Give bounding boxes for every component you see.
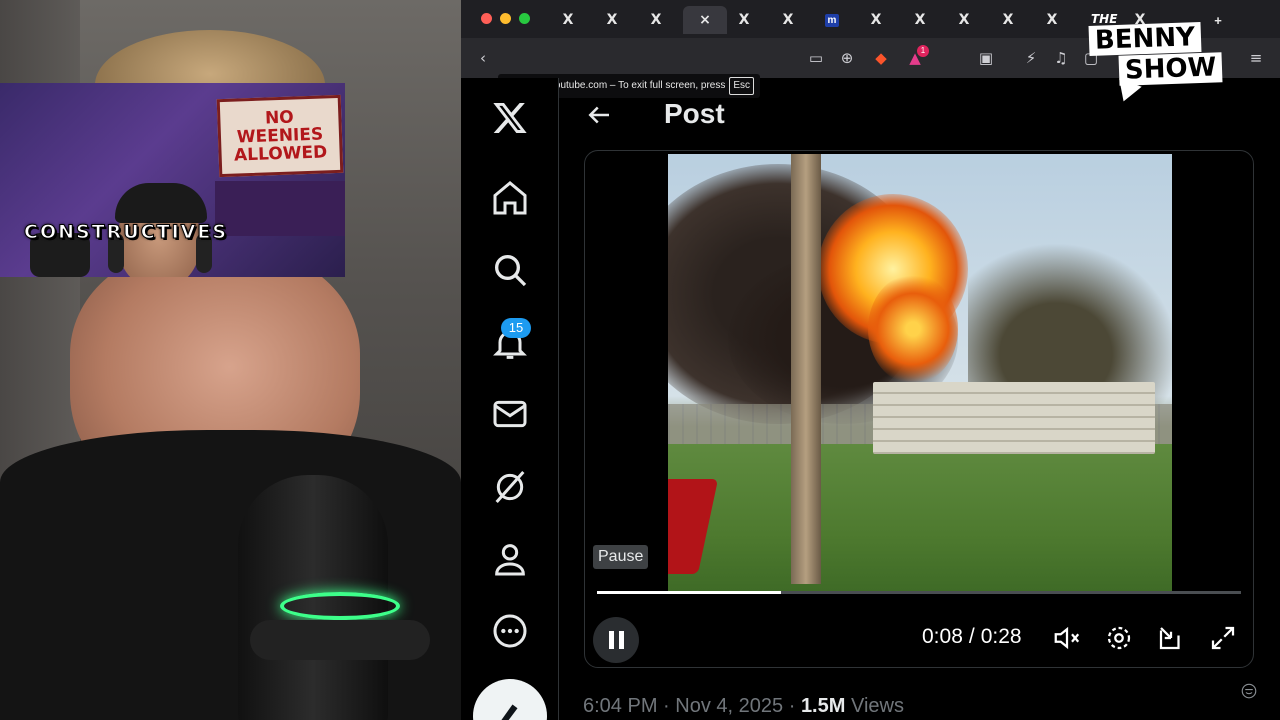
fullscreen-icon[interactable]	[1208, 623, 1238, 653]
channel-watermark-icon	[1240, 682, 1258, 700]
compose-post-button[interactable]	[473, 679, 547, 720]
reader-icon[interactable]: ▣	[976, 48, 996, 68]
back-icon[interactable]: ‹	[473, 48, 493, 68]
brave-shields-icon[interactable]: ◆	[871, 48, 891, 68]
logo-the: THE	[1091, 12, 1118, 26]
music-icon[interactable]: ♫	[1051, 48, 1071, 68]
tab-x[interactable]: X	[722, 6, 766, 34]
duration: 0:28	[980, 625, 1022, 648]
leo-icon[interactable]: ⚡	[1021, 48, 1041, 68]
post-date[interactable]: Nov 4, 2025	[675, 695, 783, 717]
separator: ·	[788, 695, 796, 717]
close-window-button[interactable]	[481, 13, 492, 24]
current-time: 0:08	[922, 625, 963, 648]
notifications-badge: 15	[501, 318, 531, 338]
pause-button[interactable]	[593, 617, 639, 663]
post-metadata: 6:04 PM · Nov 4, 2025 · 1.5M Views	[583, 695, 904, 718]
more-icon[interactable]	[490, 611, 530, 651]
logo-line-1: BENNY	[1088, 22, 1202, 56]
back-arrow-icon[interactable]	[584, 100, 614, 130]
fireball	[868, 274, 958, 384]
video-controls: 0:08 / 0:28	[585, 611, 1253, 663]
tab-x[interactable]: X	[942, 6, 986, 34]
time-separator: /	[968, 625, 975, 648]
tab-x[interactable]: X	[1030, 6, 1074, 34]
tab-x[interactable]: X	[854, 6, 898, 34]
views-label: Views	[850, 695, 904, 717]
host-shirt	[0, 430, 461, 720]
zoom-icon[interactable]: ⊕	[837, 48, 857, 68]
minimize-window-button[interactable]	[500, 13, 511, 24]
views-count: 1.5M	[800, 695, 846, 717]
pause-icon	[618, 631, 624, 649]
tab-x[interactable]: X	[898, 6, 942, 34]
utility-pole	[791, 154, 821, 584]
separator: ·	[663, 695, 670, 717]
guest-inset-video: NO WEENIES ALLOWED CONSTRUCTIVES	[0, 83, 345, 277]
tab-active[interactable]: ×	[683, 6, 727, 34]
concrete-blocks	[873, 382, 1155, 454]
compose-icon	[501, 704, 518, 720]
tab-x[interactable]: X	[986, 6, 1030, 34]
tab-x[interactable]: X	[766, 6, 810, 34]
grok-icon[interactable]	[490, 467, 530, 507]
microphone-arm	[250, 620, 430, 660]
x-sidebar: 15	[461, 78, 559, 720]
search-icon[interactable]	[490, 250, 530, 290]
close-tab-icon[interactable]: ×	[699, 12, 711, 28]
x-logo[interactable]	[490, 98, 530, 138]
tab-m[interactable]: m	[810, 6, 854, 34]
page-title: Post	[664, 98, 725, 129]
poster-text: NO WEENIES ALLOWED	[233, 107, 328, 166]
settings-gear-icon[interactable]	[1104, 623, 1134, 653]
profile-icon[interactable]	[490, 539, 530, 579]
mail-icon[interactable]	[490, 394, 530, 434]
video-player[interactable]: Pause 0:08 / 0:28	[584, 150, 1254, 668]
webcam-feed: NO WEENIES ALLOWED CONSTRUCTIVES	[0, 0, 461, 720]
show-logo: THE BENNY SHOW	[1085, 12, 1250, 106]
logo-line-2: SHOW	[1118, 52, 1223, 86]
cast-icon[interactable]: ▭	[806, 48, 826, 68]
guest-cap	[115, 183, 207, 223]
browser-window: X X X × X X m X X X X X X + ‹ ▭ ⊕ ◆ ▲ 1 …	[461, 0, 1280, 720]
rewards-badge: 1	[917, 45, 929, 57]
video-frame[interactable]	[668, 154, 1172, 594]
pause-icon	[608, 631, 614, 649]
mute-icon[interactable]	[1052, 623, 1082, 653]
wall-poster: NO WEENIES ALLOWED	[216, 94, 344, 178]
tab-x[interactable]: X	[590, 6, 634, 34]
tab-x[interactable]: X	[634, 6, 678, 34]
video-progress-fill	[597, 591, 782, 594]
grass-field	[668, 444, 1172, 594]
tab-x[interactable]: X	[546, 6, 590, 34]
home-icon[interactable]	[490, 178, 530, 218]
video-timecode: 0:08 / 0:28	[922, 625, 1022, 649]
screen: NO WEENIES ALLOWED CONSTRUCTIVES X X X ×…	[0, 0, 1280, 720]
guest-name-label: CONSTRUCTIVES	[24, 221, 229, 244]
microphone-light-ring	[280, 592, 400, 620]
video-progress-bar[interactable]	[597, 591, 1241, 594]
picture-in-picture-icon[interactable]	[1156, 623, 1186, 653]
maximize-window-button[interactable]	[519, 13, 530, 24]
pause-tooltip: Pause	[593, 545, 649, 569]
post-time[interactable]: 6:04 PM	[583, 695, 657, 717]
